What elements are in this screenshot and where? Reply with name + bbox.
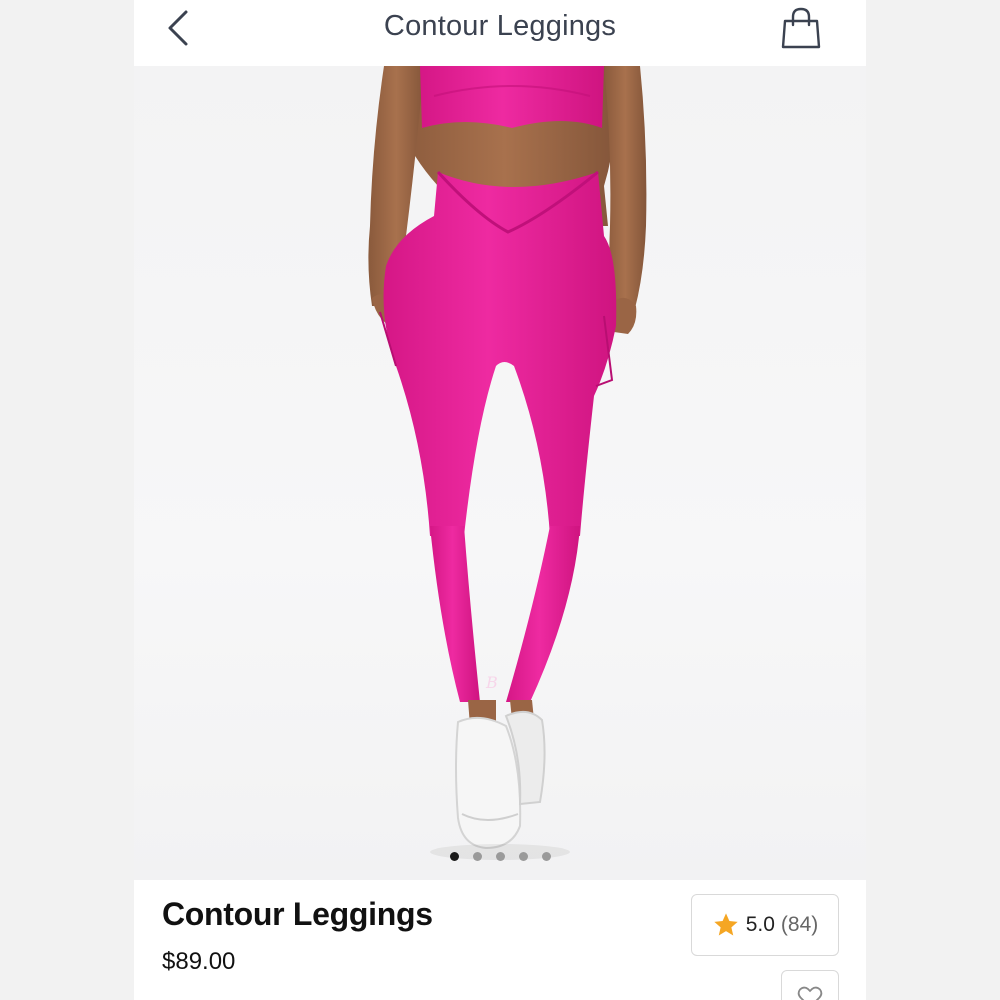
product-image-gallery[interactable]: B xyxy=(134,66,866,880)
product-price: $89.00 xyxy=(162,948,236,975)
product-photo: B xyxy=(368,66,647,860)
gallery-dot-5[interactable] xyxy=(541,852,551,861)
rating-count: (84) xyxy=(780,913,819,936)
rating-button[interactable]: 5.0 (84) xyxy=(691,894,839,956)
shopping-bag-icon xyxy=(781,7,821,49)
product-screen: Contour Leggings B Contour Leggings $89.… xyxy=(134,0,866,1000)
page-title: Contour Leggings xyxy=(383,10,617,42)
svg-text:B: B xyxy=(485,673,498,692)
shopping-bag-button[interactable] xyxy=(778,4,824,52)
gallery-dot-4[interactable] xyxy=(518,852,528,861)
product-name: Contour Leggings xyxy=(162,896,433,932)
top-nav-bar: Contour Leggings xyxy=(134,0,866,66)
page-background: Contour Leggings B Contour Leggings $89.… xyxy=(0,0,1000,1000)
rating-value: 5.0 xyxy=(745,913,775,936)
gallery-dot-1[interactable] xyxy=(449,852,459,861)
star-icon xyxy=(714,913,738,936)
gallery-dot-2[interactable] xyxy=(472,852,482,861)
gallery-pagination xyxy=(134,852,866,866)
heart-icon xyxy=(797,986,823,1000)
product-info-panel: Contour Leggings $89.00 5.0 (84) xyxy=(134,880,866,1000)
favorite-button[interactable] xyxy=(781,970,839,1000)
gallery-dot-3[interactable] xyxy=(495,852,505,861)
